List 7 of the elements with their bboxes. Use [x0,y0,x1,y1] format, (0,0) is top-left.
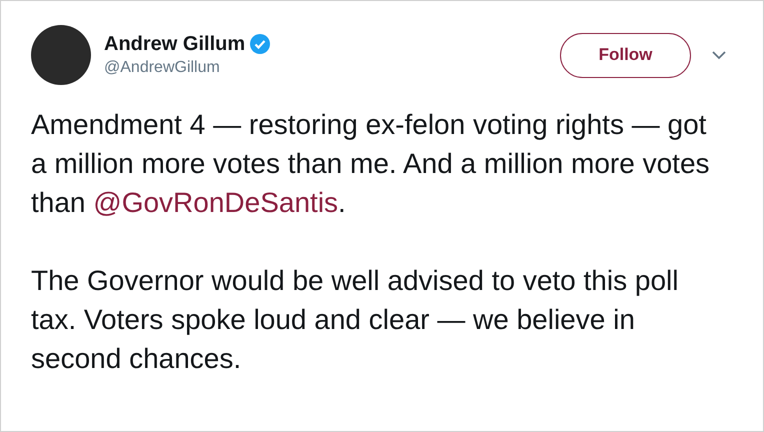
chevron-down-icon[interactable] [711,50,727,60]
mention-link[interactable]: @GovRonDeSantis [93,187,338,218]
author-handle[interactable]: @AndrewGillum [104,57,270,79]
author-name[interactable]: Andrew Gillum [104,31,246,57]
follow-button[interactable]: Follow [560,32,691,78]
tweet-text: The Governor would be well advised to veto this poll tax. Voters spoke loud and clear — we believe in second chances. [31,264,680,376]
tweet-text: Amendment 4 — restoring ex-felon voting rights — got a million more votes than me. And a million more votes than @GovRonDeSantis. [31,108,711,220]
